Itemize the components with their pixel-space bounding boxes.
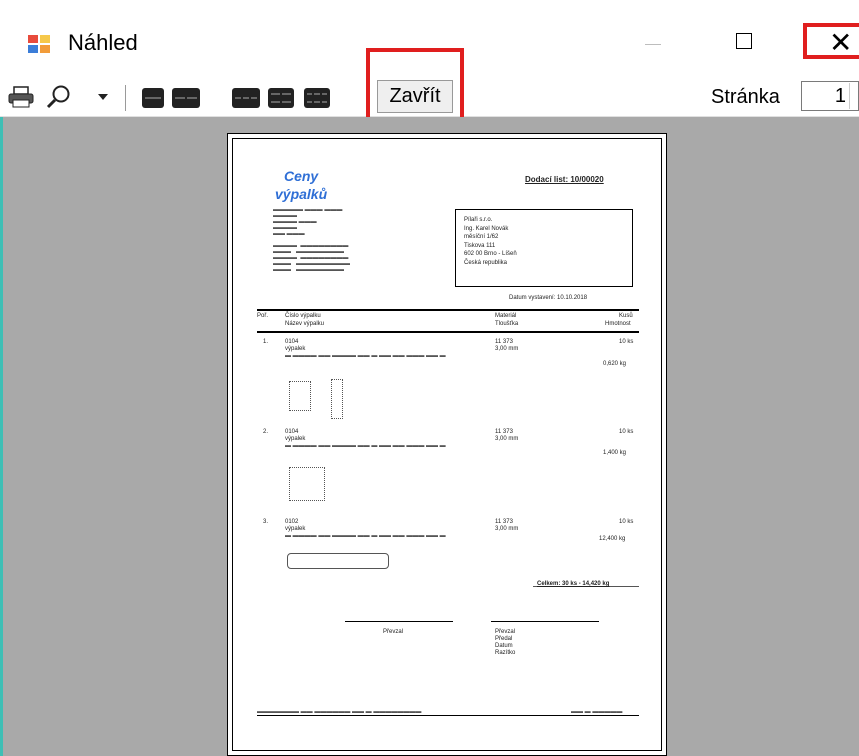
page-label: Stránka bbox=[711, 86, 780, 108]
one-page-button[interactable] bbox=[142, 88, 164, 108]
window-title: Náhled bbox=[68, 30, 138, 55]
app-icon bbox=[28, 35, 50, 53]
document-title: Dodací list: 10/00020 bbox=[525, 175, 604, 184]
close-icon: ✕ bbox=[829, 27, 853, 58]
six-pages-button[interactable] bbox=[304, 88, 330, 108]
close-preview-button[interactable]: Zavřít bbox=[377, 80, 453, 113]
part-sketch bbox=[287, 553, 389, 569]
minimize-icon[interactable] bbox=[645, 44, 661, 45]
total-line: Celkem: 30 ks - 14,420 kg bbox=[537, 581, 610, 587]
print-button[interactable] bbox=[6, 84, 36, 110]
signature-right: Převzal Předal Datum Razítko bbox=[495, 629, 516, 656]
zoom-button[interactable] bbox=[42, 84, 76, 110]
part-sketch bbox=[289, 381, 311, 411]
customer-address-box: Pílaři s.r.o. Ing. Karel Novák měsíční 1… bbox=[455, 209, 633, 287]
print-icon bbox=[8, 86, 34, 108]
part-sketch bbox=[289, 467, 325, 501]
issue-date: Datum vystavení: 10.10.2018 bbox=[509, 295, 588, 301]
zoom-dropdown[interactable] bbox=[96, 84, 110, 110]
three-pages-button[interactable] bbox=[232, 88, 260, 108]
zoom-icon bbox=[46, 85, 70, 109]
toolbar-separator bbox=[125, 85, 126, 111]
part-sketch bbox=[331, 379, 343, 419]
window-close-button[interactable]: ✕ bbox=[803, 23, 859, 59]
supplier-block: ▬▬▬▬▬ ▬▬▬ ▬▬▬ ▬▬▬▬ ▬▬▬▬ ▬▬▬ ▬▬▬▬ ▬▬ ▬▬▬ ▬▬▬▬ … bbox=[273, 207, 351, 273]
four-pages-button[interactable] bbox=[268, 88, 294, 108]
four-pages-icon bbox=[271, 93, 280, 95]
page-footer: ▬▬▬▬▬▬▬ ▬▬ ▬▬▬▬▬▬ ▬▬ ▬ ▬▬▬▬▬▬▬▬ bbox=[257, 709, 422, 715]
six-pages-icon bbox=[307, 93, 313, 95]
one-page-icon bbox=[145, 97, 161, 99]
chevron-down-icon bbox=[98, 94, 108, 100]
page-stepper[interactable] bbox=[849, 83, 859, 109]
three-pages-icon bbox=[235, 97, 241, 99]
two-pages-button[interactable] bbox=[172, 88, 200, 108]
document-page: Ceny výpalků Dodací list: 10/00020 ▬▬▬▬▬… bbox=[227, 133, 667, 756]
maximize-icon[interactable] bbox=[736, 33, 752, 49]
two-pages-icon bbox=[175, 97, 185, 99]
signature-left: Převzal bbox=[383, 629, 404, 635]
brand-logo: Ceny výpalků bbox=[275, 168, 328, 202]
